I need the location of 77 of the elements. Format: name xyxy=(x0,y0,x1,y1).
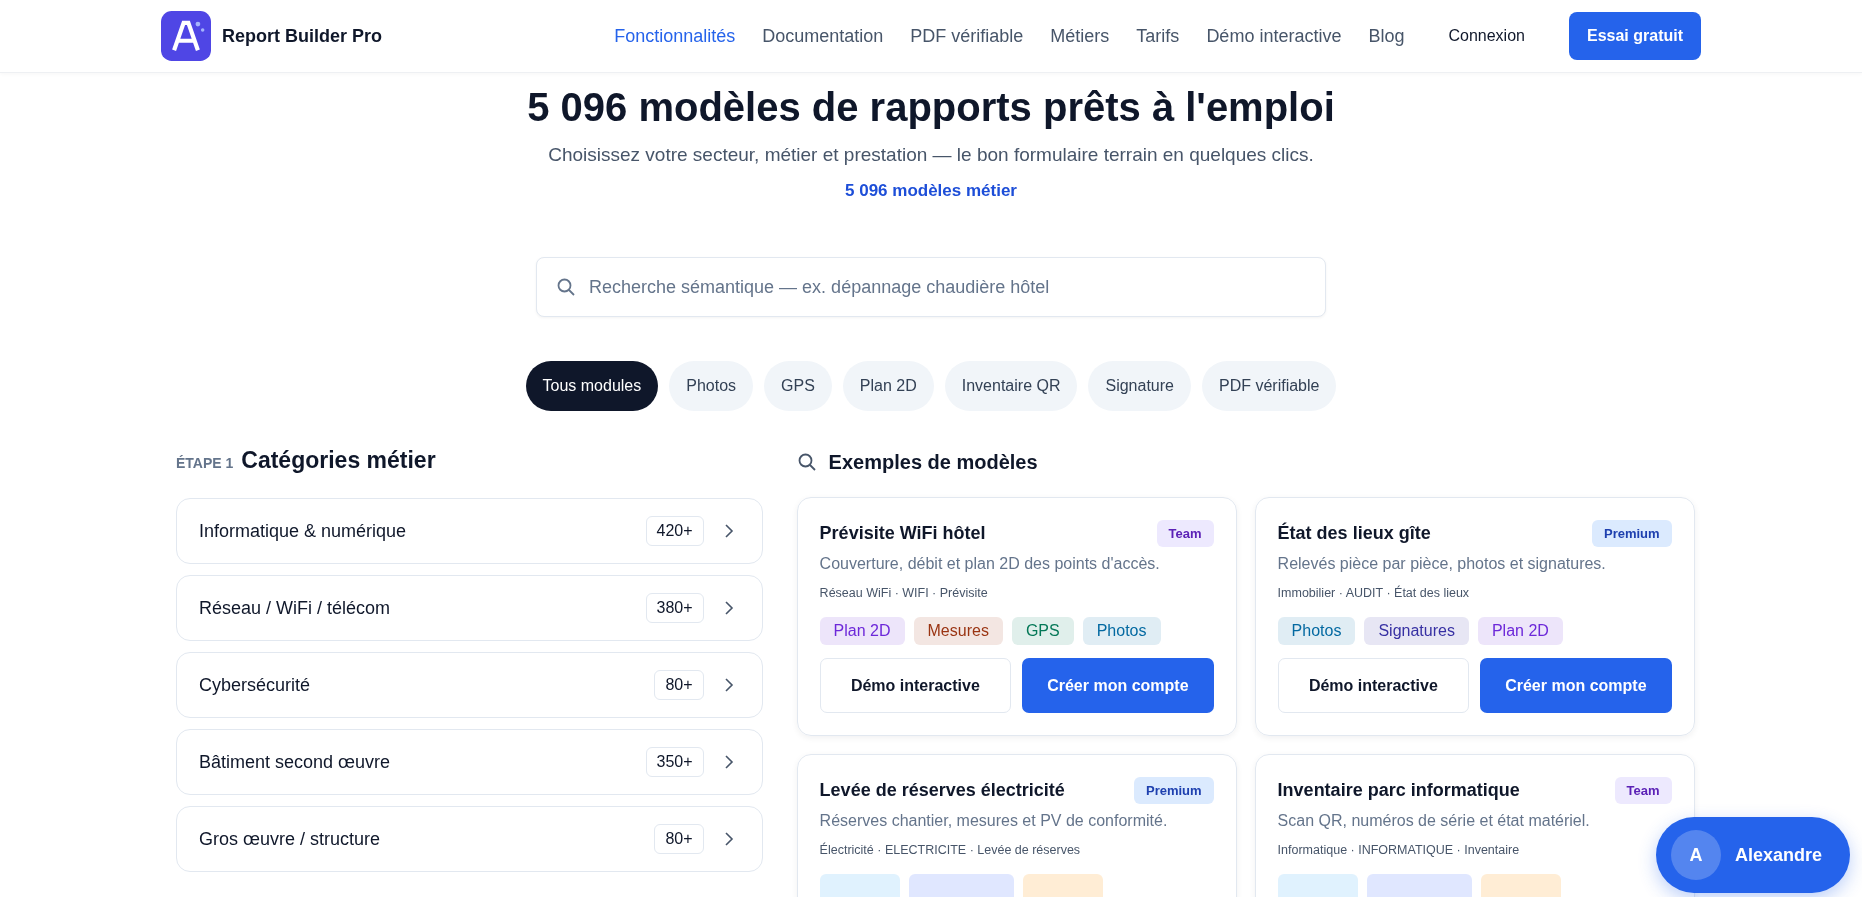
filter-chip[interactable]: PDF vérifiable xyxy=(1202,361,1337,411)
chevron-right-icon xyxy=(723,600,734,616)
card-meta: Réseau WiFi · WIFI · Prévisite xyxy=(819,586,989,600)
module-tag: GPS xyxy=(1011,617,1074,645)
filter-chip[interactable]: Tous modules xyxy=(525,361,659,411)
plan-badge: Team xyxy=(1156,520,1214,547)
nav-link[interactable]: Fonctionnalités xyxy=(614,25,736,47)
module-tag: Signatures xyxy=(1364,617,1469,645)
card-description: Relevés pièce par pièce, photos et signatures. xyxy=(1277,555,1607,573)
module-tag: Photos xyxy=(1082,617,1161,645)
page-subtitle: Choisissez votre secteur, métier et prestation — le bon formulaire terrain en quelques clics. xyxy=(548,144,1314,166)
search-field[interactable]: Recherche sémantique — ex. dépannage chaudière hôtel xyxy=(536,257,1326,317)
filter-chip[interactable]: Inventaire QR xyxy=(944,361,1078,411)
avatar: A xyxy=(1670,830,1721,880)
category-row[interactable]: Gros œuvre / structure 80+ xyxy=(176,806,763,872)
category-name: Gros œuvre / structure xyxy=(199,828,382,850)
filter-chip[interactable]: Plan 2D xyxy=(842,361,934,411)
filter-chip[interactable]: Photos xyxy=(669,361,754,411)
category-row[interactable]: Réseau / WiFi / télécom 380+ xyxy=(176,575,763,641)
category-row[interactable]: Cybersécurité 80+ xyxy=(176,652,763,718)
module-tag: Mesures xyxy=(913,617,1003,645)
chevron-right-icon xyxy=(723,831,734,847)
module-tag: Photos xyxy=(1277,617,1356,645)
category-name: Cybersécurité xyxy=(199,674,312,696)
section-title: Catégories métier xyxy=(241,447,436,474)
user-chip[interactable]: A Alexandre xyxy=(1655,817,1850,893)
demo-button[interactable]: Démo interactive xyxy=(819,658,1012,713)
category-row[interactable]: Informatique & numérique 420+ xyxy=(176,498,763,564)
card-description: Couverture, débit et plan 2D des points d'accès. xyxy=(819,555,1161,573)
filter-chip[interactable]: GPS xyxy=(764,361,832,411)
plan-badge: Premium xyxy=(1133,777,1214,804)
brand-name: Report Builder Pro xyxy=(222,25,382,47)
category-name: Réseau / WiFi / télécom xyxy=(199,597,392,619)
card-meta: Électricité · ELECTRICITE · Levée de réserves xyxy=(819,843,1082,857)
category-name: Bâtiment second œuvre xyxy=(199,751,392,773)
demo-button[interactable]: Démo interactive xyxy=(1277,658,1470,713)
card-description: Réserves chantier, mesures et PV de conformité. xyxy=(819,812,1169,830)
search-icon xyxy=(556,277,576,297)
card-meta: Immobilier · AUDIT · État des lieux xyxy=(1277,586,1471,600)
count-badge: 80+ xyxy=(654,824,704,854)
search-icon xyxy=(796,452,817,472)
create-account-button[interactable]: Créer mon compte xyxy=(1480,658,1672,713)
module-tag: Plan 2D xyxy=(819,617,905,645)
filter-chip[interactable]: Signature xyxy=(1088,361,1191,411)
page-title: 5 096 modèles de rapports prêts à l'emploi xyxy=(527,85,1335,130)
count-badge: 420+ xyxy=(645,516,704,546)
nav-link[interactable]: Métiers xyxy=(1050,25,1110,47)
category-row[interactable]: Bâtiment second œuvre 350+ xyxy=(176,729,763,795)
plan-badge: Premium xyxy=(1591,520,1672,547)
card-title: Prévisite WiFi hôtel xyxy=(819,523,986,544)
step-label: ÉTAPE 1 xyxy=(176,455,234,471)
login-link[interactable]: Connexion xyxy=(1448,27,1525,45)
plan-badge: Team xyxy=(1614,777,1672,804)
create-account-button[interactable]: Créer mon compte xyxy=(1022,658,1214,713)
section-title: Exemples de modèles xyxy=(828,450,1038,474)
card-meta: Informatique · INFORMATIQUE · Inventaire xyxy=(1277,843,1521,857)
card-title: Levée de réserves électricité xyxy=(819,780,1065,801)
user-name: Alexandre xyxy=(1734,844,1822,866)
nav-link[interactable]: Démo interactive xyxy=(1206,25,1342,47)
chevron-right-icon xyxy=(723,677,734,693)
chevron-right-icon xyxy=(723,754,734,770)
card-title: État des lieux gîte xyxy=(1277,523,1431,544)
card-description: Scan QR, numéros de série et état matériel. xyxy=(1277,812,1591,830)
nav-link[interactable]: Documentation xyxy=(762,25,884,47)
logo-icon xyxy=(161,11,211,61)
templates-count-link[interactable]: 5 096 modèles métier xyxy=(845,181,1017,201)
nav-link[interactable]: Tarifs xyxy=(1136,25,1180,47)
category-name: Informatique & numérique xyxy=(199,520,408,542)
count-badge: 350+ xyxy=(645,747,704,777)
chevron-right-icon xyxy=(723,523,734,539)
count-badge: 380+ xyxy=(645,593,704,623)
module-tag: Plan 2D xyxy=(1477,617,1563,645)
card-title: Inventaire parc informatique xyxy=(1277,780,1520,801)
nav-link[interactable]: PDF vérifiable xyxy=(910,25,1024,47)
free-trial-button[interactable]: Essai gratuit xyxy=(1568,12,1701,60)
count-badge: 80+ xyxy=(654,670,704,700)
nav-link[interactable]: Blog xyxy=(1368,25,1405,47)
